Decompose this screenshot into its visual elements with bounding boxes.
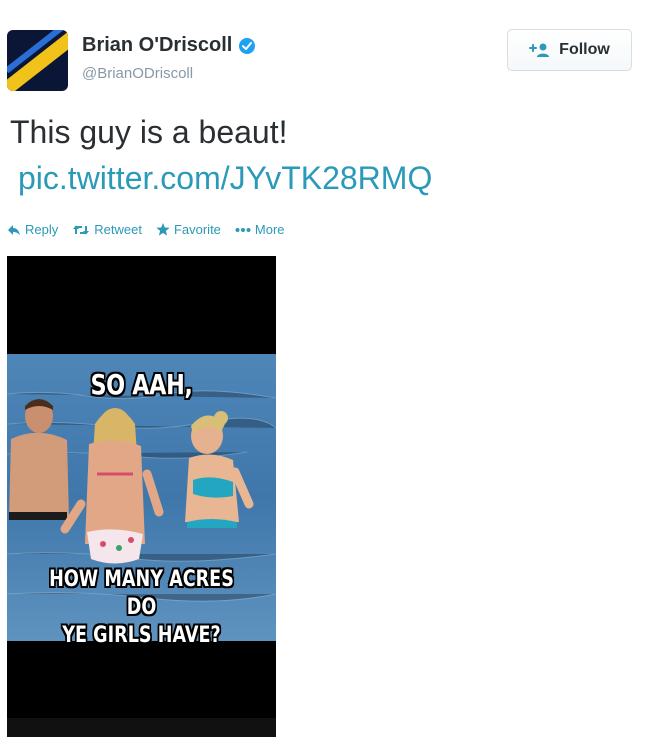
tweet-text: This guy is a beaut! [10, 114, 288, 150]
follow-button-label: Follow [559, 41, 610, 58]
avatar[interactable] [7, 30, 68, 91]
meme-caption-bottom: HOW MANY ACRES DO YE GIRLS HAVE? [34, 566, 249, 650]
retweet-label: Retweet [94, 222, 142, 237]
user-handle[interactable]: @BrianODriscoll [82, 65, 193, 82]
meme-caption-bottom-line1: HOW MANY ACRES DO [49, 567, 234, 620]
tweet-card: Brian O'Driscoll @BrianODriscoll Follow … [0, 0, 650, 749]
star-icon [156, 223, 170, 236]
tweet-actions: Reply Retweet Favorite More [7, 222, 285, 237]
more-action[interactable]: More [235, 222, 285, 237]
retweet-action[interactable]: Retweet [72, 222, 142, 237]
verified-badge-icon [238, 37, 256, 55]
favorite-action[interactable]: Favorite [156, 222, 221, 237]
meme-caption-bottom-line2: YE GIRLS HAVE? [62, 623, 221, 648]
tweet-media-link[interactable]: pic.twitter.com/JYvTK28RMQ [18, 158, 432, 198]
display-name[interactable]: Brian O'Driscoll [82, 34, 232, 57]
media-bottom-bar [7, 718, 276, 737]
meme-caption-top: SO AAH, [90, 368, 193, 401]
tweet-media[interactable]: SO AAH, HOW MANY ACRES DO YE GIRLS HAVE? [7, 256, 276, 737]
favorite-label: Favorite [173, 222, 221, 237]
retweet-icon [72, 224, 90, 236]
more-dots-icon [235, 227, 251, 233]
more-label: More [254, 222, 285, 237]
reply-label: Reply [25, 222, 59, 237]
reply-action[interactable]: Reply [7, 222, 58, 237]
follow-button[interactable]: Follow [507, 29, 632, 71]
reply-icon [7, 224, 21, 236]
display-name-row: Brian O'Driscoll [82, 34, 256, 57]
add-user-icon [529, 42, 551, 58]
